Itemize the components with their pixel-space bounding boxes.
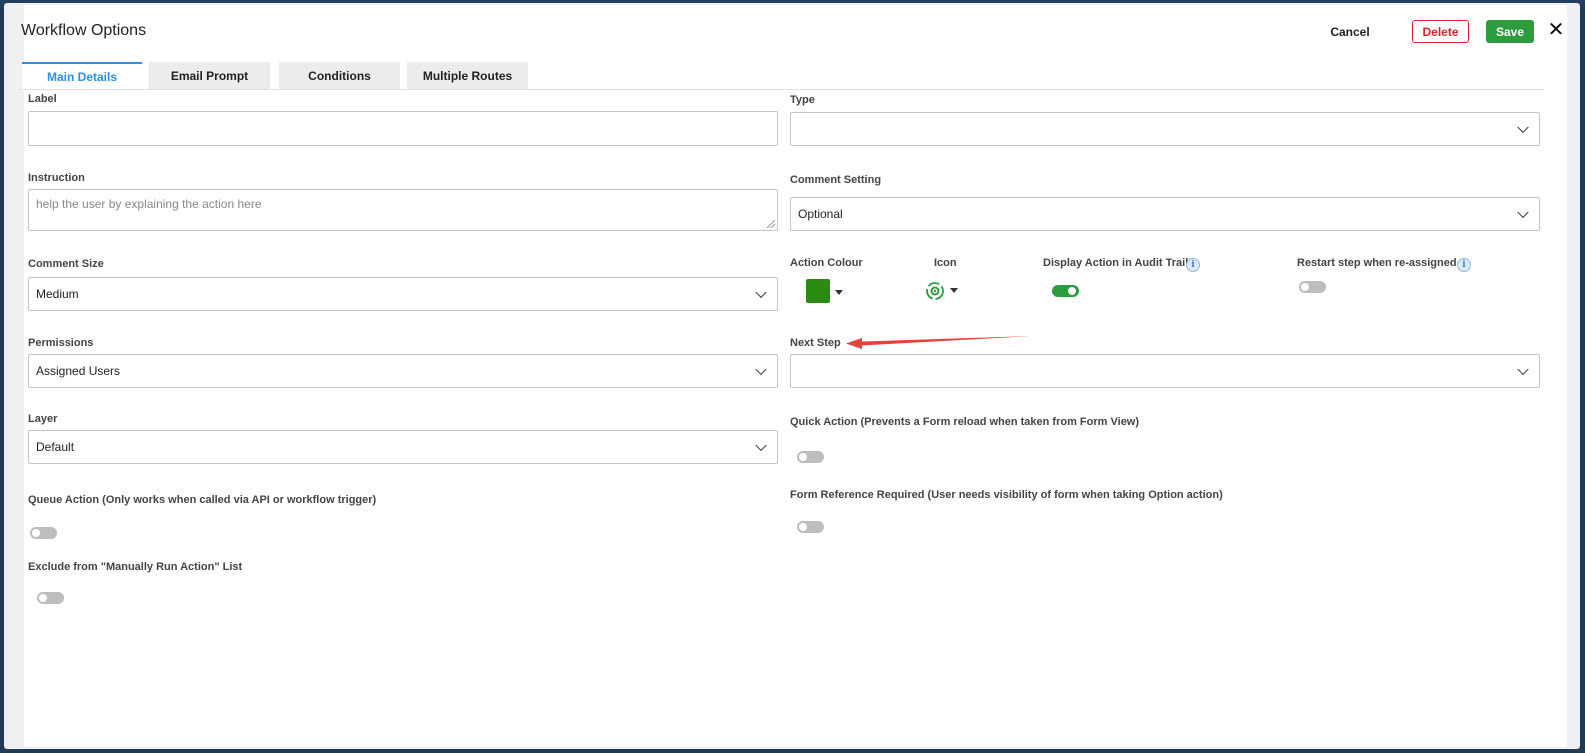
chevron-down-icon: [755, 439, 767, 452]
chevron-down-icon: [755, 363, 767, 376]
info-icon[interactable]: i: [1186, 258, 1200, 272]
permissions-value: Assigned Users: [36, 364, 121, 378]
exclude-manual-run-label: Exclude from "Manually Run Action" List: [28, 561, 243, 573]
comment-size-field-label: Comment Size: [28, 258, 104, 270]
quick-action-toggle[interactable]: [797, 451, 824, 463]
comment-size-value: Medium: [36, 287, 79, 301]
restart-step-toggle[interactable]: [1299, 281, 1326, 293]
form-reference-required-toggle[interactable]: [797, 521, 824, 533]
next-step-field-label: Next Step: [790, 337, 841, 349]
action-colour-swatch[interactable]: [806, 279, 830, 303]
icon-caret-down-icon[interactable]: [950, 288, 958, 293]
label-input[interactable]: [28, 111, 778, 146]
label-field-label: Label: [28, 93, 57, 105]
tab-email-prompt[interactable]: Email Prompt: [149, 62, 270, 90]
colour-caret-down-icon[interactable]: [835, 290, 843, 295]
action-colour-label: Action Colour: [790, 257, 863, 269]
queue-action-toggle[interactable]: [30, 527, 57, 539]
next-step-select[interactable]: [790, 354, 1540, 388]
chevron-down-icon: [1517, 363, 1529, 376]
gear-refresh-icon[interactable]: [925, 281, 945, 301]
resize-grip-icon[interactable]: [767, 220, 775, 228]
dialog-title: Workflow Options: [21, 22, 147, 39]
tab-divider: [20, 89, 1544, 90]
exclude-manual-run-toggle[interactable]: [37, 592, 64, 604]
save-button[interactable]: Save: [1486, 20, 1534, 43]
comment-size-select[interactable]: Medium: [28, 277, 778, 311]
audit-trail-toggle[interactable]: [1052, 285, 1079, 297]
permissions-select[interactable]: Assigned Users: [28, 354, 778, 388]
icon-field-label: Icon: [934, 257, 957, 269]
chevron-down-icon: [755, 286, 767, 299]
permissions-field-label: Permissions: [28, 337, 94, 349]
tab-multiple-routes[interactable]: Multiple Routes: [407, 62, 528, 90]
queue-action-label: Queue Action (Only works when called via…: [28, 494, 377, 506]
layer-select[interactable]: Default: [28, 430, 778, 464]
tab-main-details[interactable]: Main Details: [22, 62, 142, 90]
instruction-textarea[interactable]: help the user by explaining the action h…: [28, 189, 778, 231]
type-select[interactable]: [790, 112, 1540, 146]
form-reference-required-label: Form Reference Required (User needs visi…: [790, 489, 1223, 501]
instruction-field-label: Instruction: [28, 172, 85, 184]
audit-trail-label: Display Action in Audit Trail: [1043, 257, 1189, 269]
chevron-down-icon: [1517, 206, 1529, 219]
layer-field-label: Layer: [28, 413, 58, 425]
layer-value: Default: [36, 440, 75, 454]
comment-setting-select[interactable]: Optional: [790, 197, 1540, 231]
comment-setting-field-label: Comment Setting: [790, 174, 882, 186]
cancel-button[interactable]: Cancel: [1330, 20, 1370, 43]
annotation-arrow-icon: [846, 336, 1032, 349]
close-icon[interactable]: ✕: [1547, 20, 1565, 40]
info-icon[interactable]: i: [1457, 258, 1471, 272]
chevron-down-icon: [1517, 121, 1529, 134]
quick-action-label: Quick Action (Prevents a Form reload whe…: [790, 416, 1140, 428]
instruction-placeholder: help the user by explaining the action h…: [36, 197, 262, 211]
restart-step-label: Restart step when re-assigned: [1297, 257, 1457, 269]
tab-conditions[interactable]: Conditions: [279, 62, 400, 90]
type-field-label: Type: [790, 94, 815, 106]
delete-button[interactable]: Delete: [1412, 20, 1469, 43]
comment-setting-value: Optional: [798, 207, 843, 221]
